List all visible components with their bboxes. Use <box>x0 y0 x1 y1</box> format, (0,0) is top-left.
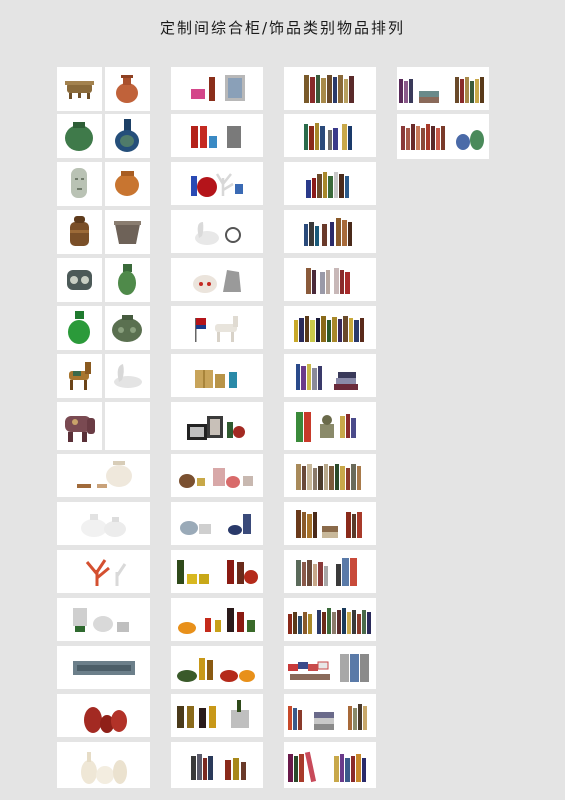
tile-books-and-bottles[interactable] <box>171 742 263 788</box>
tile-soda-bottles-and-cup[interactable] <box>171 114 263 157</box>
tile-wine-bottles-and-cups[interactable] <box>171 550 263 593</box>
tile-green-vase[interactable] <box>57 114 102 158</box>
tile-swan-figurine[interactable] <box>105 354 150 398</box>
tile-globe-and-coral[interactable] <box>171 162 263 205</box>
tile-bronze-tripod-vessel[interactable] <box>57 67 102 111</box>
tile-white-teapot-set[interactable] <box>57 454 150 497</box>
tile-painted-jar[interactable] <box>57 258 102 302</box>
tile-white-vases[interactable] <box>57 742 150 788</box>
tile-wine-bottles-and-bucket[interactable] <box>171 694 263 737</box>
tile-bottles-and-photo-frame[interactable] <box>171 67 263 110</box>
tile-books-set-11[interactable] <box>284 598 376 641</box>
tile-green-carved-vase[interactable] <box>105 258 150 302</box>
tile-books-and-binders[interactable] <box>284 402 376 450</box>
tile-carved-panel[interactable] <box>57 646 150 689</box>
tile-ornate-bowl-pot[interactable] <box>105 210 150 254</box>
tile-painted-elephant[interactable] <box>57 402 102 450</box>
tile-jade-face-sculpture[interactable] <box>57 162 102 206</box>
tile-tang-horse[interactable] <box>57 354 102 398</box>
tile-white-lidded-jars[interactable] <box>57 502 150 545</box>
tile-fruit-bowl-and-wine[interactable] <box>171 598 263 641</box>
tile-books-set-9[interactable] <box>284 502 376 545</box>
tile-carved-wooden-jar[interactable] <box>57 210 102 254</box>
tile-gift-boxes[interactable] <box>171 354 263 397</box>
page-title: 定制间综合柜/饰品类别物品排列 <box>159 19 406 37</box>
tile-books-set-7[interactable] <box>284 354 376 397</box>
tile-orange-pot[interactable] <box>105 162 150 206</box>
tile-books-set-4[interactable] <box>284 210 376 253</box>
tile-books-set-8[interactable] <box>284 454 376 497</box>
tile-green-vase-tall[interactable] <box>57 306 102 350</box>
tile-books-and-magazines-small[interactable] <box>397 67 489 110</box>
tile-terracotta-pot[interactable] <box>105 67 150 111</box>
tile-teapot-and-iron[interactable] <box>171 258 263 301</box>
tile-flags-and-binders[interactable] <box>284 646 376 689</box>
tile-books-set-1[interactable] <box>284 67 376 110</box>
tile-teapot-and-lamps[interactable] <box>171 502 263 545</box>
tile-books-set-2[interactable] <box>284 114 376 157</box>
tile-red-vases[interactable] <box>57 694 150 737</box>
tile-flags-and-horse[interactable] <box>171 306 263 349</box>
tile-books-set-12[interactable] <box>284 742 376 788</box>
tile-photo-frame-and-bottles[interactable] <box>171 402 263 450</box>
tile-food-bowls-and-bottles[interactable] <box>171 646 263 689</box>
tile-silver-teapot-set[interactable] <box>57 598 150 641</box>
tile-green-round-pot[interactable] <box>105 306 150 350</box>
tile-books-and-magazines[interactable] <box>284 694 376 737</box>
tile-swan-and-clock[interactable] <box>171 210 263 253</box>
tile-books-and-vases[interactable] <box>397 114 489 159</box>
tile-blue-porcelain-vase[interactable] <box>105 114 150 158</box>
tile-books-set-6[interactable] <box>284 306 376 349</box>
tile-red-coral-branches[interactable] <box>57 550 150 593</box>
tile-empty-tile[interactable] <box>105 402 150 450</box>
tile-books-set-3[interactable] <box>284 162 376 205</box>
tile-books-set-10[interactable] <box>284 550 376 593</box>
tile-books-set-5[interactable] <box>284 258 376 301</box>
tile-baskets-and-jars[interactable] <box>171 454 263 497</box>
